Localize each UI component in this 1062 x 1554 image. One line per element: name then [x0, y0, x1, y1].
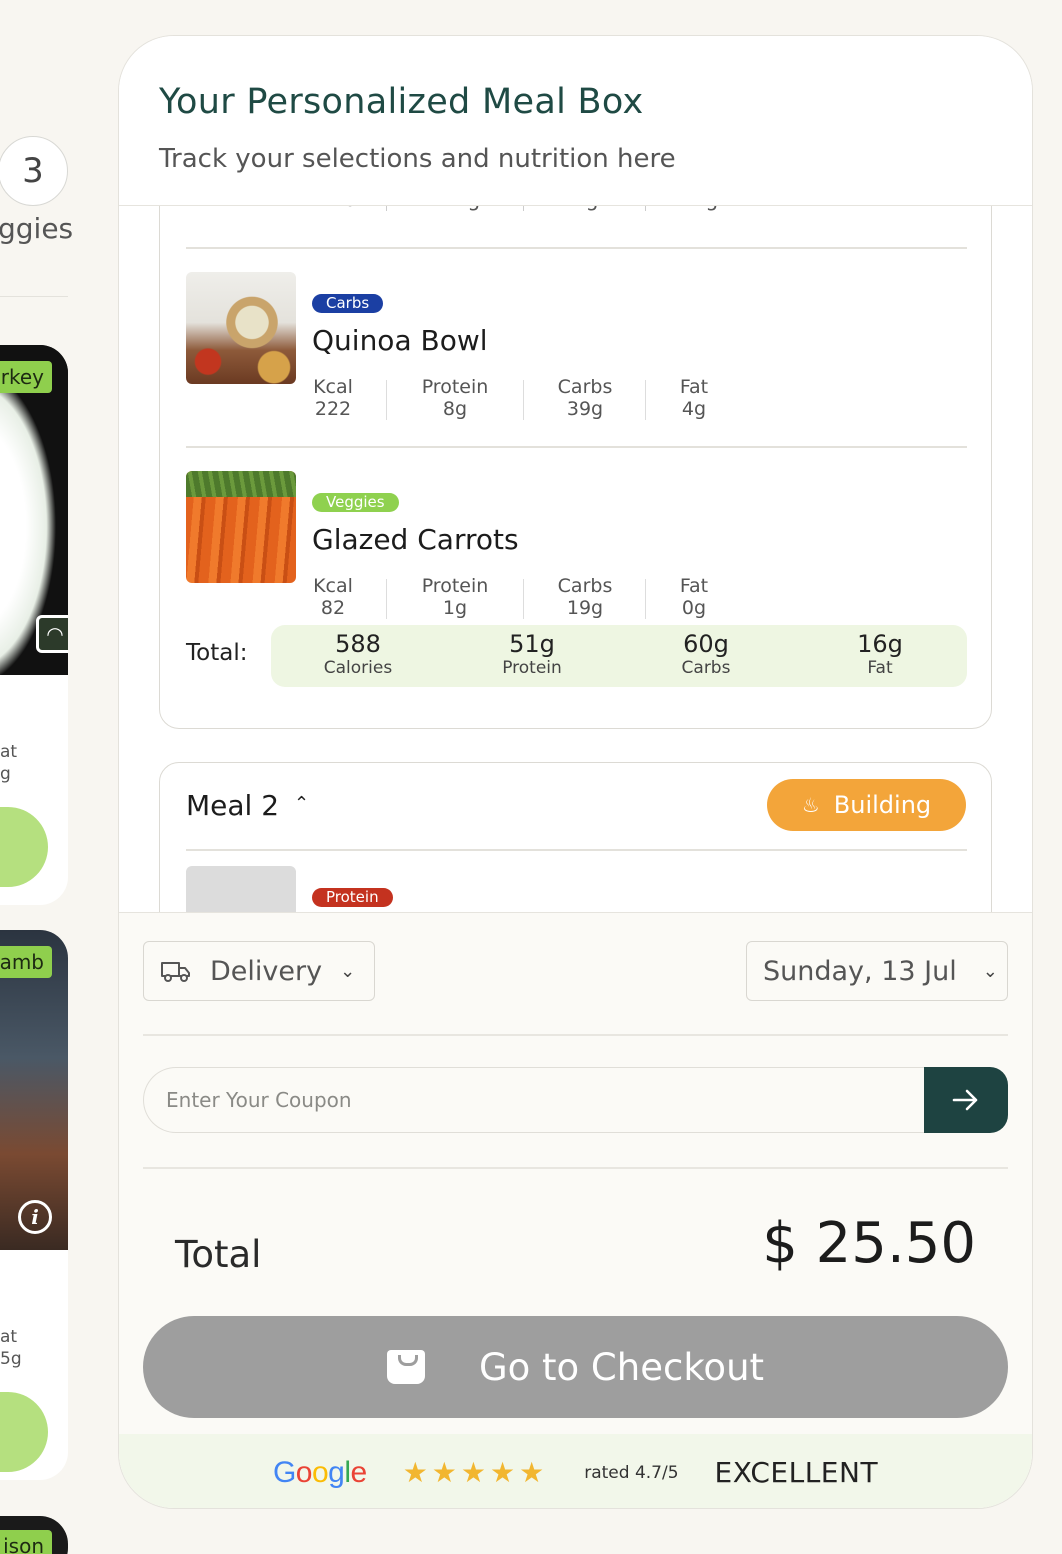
page-title: Your Personalized Meal Box: [159, 82, 644, 122]
stat-kcal: Kcal 82: [313, 575, 353, 619]
chevron-down-icon: ⌄: [982, 960, 998, 982]
info-icon[interactable]: i: [18, 1200, 52, 1234]
item-name: Glazed Carrots: [312, 523, 519, 556]
truck-icon: [161, 962, 190, 982]
totals-bar: 588 Calories 51g Protein 60g Carbs 16g Fat: [271, 625, 967, 687]
coupon-input[interactable]: [143, 1067, 924, 1133]
side-product-card[interactable]: rkey ◠ at g: [0, 345, 68, 905]
category-tag: Veggies: [312, 493, 399, 512]
side-product-fat: at g: [0, 741, 17, 785]
cut-stat: 2g: [573, 206, 598, 211]
glazed-carrots-image: [186, 471, 296, 583]
total-carbs: 60g Carbs: [681, 630, 731, 678]
side-product-tag: ison: [0, 1530, 52, 1554]
meal-card: 204 42g 2g 12g Carbs Quinoa Bowl Kcal222…: [159, 206, 992, 729]
building-status-button[interactable]: ♨ Building: [767, 779, 966, 831]
side-product-card[interactable]: ison: [0, 1516, 68, 1554]
left-divider: [0, 296, 68, 297]
step-number: 3: [22, 151, 44, 191]
stat-protein: Protein 8g: [421, 376, 489, 420]
side-add-button[interactable]: [0, 807, 48, 887]
side-product-card[interactable]: amb i at 5g: [0, 930, 68, 1480]
meals-scroll-area[interactable]: 204 42g 2g 12g Carbs Quinoa Bowl Kcal222…: [119, 206, 1032, 912]
arrow-right-icon: [952, 1089, 978, 1111]
meal-card: Meal 2 ⌃ ♨ Building Protein: [159, 762, 992, 912]
delivery-date-select[interactable]: Sunday, 13 Jul ⌄: [746, 941, 1008, 1001]
side-fat-value: g: [0, 764, 11, 784]
footer-divider: [143, 1167, 1008, 1169]
stat-fat: Fat 4g: [679, 376, 709, 420]
stat-kcal: Kcal 222: [313, 376, 353, 420]
stat-carbs: Carbs 19g: [557, 575, 613, 619]
google-rating-strip: Google ★★★★★ rated 4.7/5 EXCELLENT: [119, 1434, 1032, 1508]
meal-item-row: Veggies Glazed Carrots Kcal 82 Protein 1g …: [186, 471, 967, 631]
checkout-label: Go to Checkout: [478, 1345, 765, 1389]
rating-verdict: EXCELLENT: [714, 1456, 879, 1489]
row-divider: [186, 849, 967, 851]
zoom-icon[interactable]: ◠: [36, 615, 68, 653]
checkout-button[interactable]: Go to Checkout: [143, 1316, 1008, 1418]
footer-divider: [143, 1034, 1008, 1036]
chevron-down-icon: ⌄: [340, 960, 356, 982]
totals-label: Total:: [186, 640, 248, 666]
meal-box-panel: Your Personalized Meal Box Track your se…: [118, 35, 1033, 1509]
total-protein: 51g Protein: [502, 630, 562, 678]
side-product-tag: amb: [0, 946, 52, 978]
cut-stat: 204: [331, 206, 369, 211]
panel-header: Your Personalized Meal Box Track your se…: [119, 36, 1032, 206]
google-logo: Google: [272, 1455, 367, 1489]
row-divider: [186, 446, 967, 448]
delivery-method-select[interactable]: Delivery ⌄: [143, 941, 375, 1001]
row-divider: [186, 247, 967, 249]
quinoa-bowl-image: [186, 272, 296, 384]
status-label: Building: [833, 791, 932, 819]
side-product-tag: rkey: [0, 361, 52, 393]
page-subtitle: Track your selections and nutrition here: [159, 144, 676, 174]
side-fat-label: at: [0, 1327, 18, 1347]
side-add-button[interactable]: [0, 1392, 48, 1472]
side-product-fat: at 5g: [0, 1326, 22, 1370]
apply-coupon-button[interactable]: [924, 1067, 1008, 1133]
side-fat-label: at: [0, 742, 18, 762]
item-image-placeholder: [186, 866, 296, 912]
meal-item-row: Protein: [186, 866, 967, 912]
shopping-bag-icon: [386, 1350, 425, 1384]
rating-text: rated 4.7/5: [584, 1462, 679, 1483]
item-name: Quinoa Bowl: [312, 324, 488, 357]
category-tag: Carbs: [312, 294, 384, 313]
order-total-amount: $ 25.50: [762, 1211, 976, 1276]
cut-off-stats: 204 42g 2g 12g: [186, 206, 746, 213]
meal-item-row: Carbs Quinoa Bowl Kcal 222 Protein 8g Carb…: [186, 272, 967, 432]
meal-title[interactable]: Meal 2: [186, 789, 279, 822]
total-fat: 16g Fat: [857, 630, 903, 678]
step-label: ggies: [0, 212, 74, 245]
side-fat-value: 5g: [0, 1349, 22, 1369]
order-total-label: Total: [175, 1233, 262, 1276]
left-steps-column: 3 ggies rkey ◠ at g amb i at 5g ison: [0, 0, 100, 1554]
delivery-label: Delivery: [210, 955, 323, 987]
cut-stat: 42g: [442, 206, 480, 211]
step-number-circle: 3: [0, 136, 68, 206]
total-calories: 588 Calories: [323, 630, 393, 678]
chevron-up-icon[interactable]: ⌃: [294, 793, 309, 814]
date-label: Sunday, 13 Jul: [763, 955, 957, 987]
star-rating-icons: ★★★★★: [402, 1456, 549, 1489]
bowl-icon: ♨: [801, 793, 820, 817]
stat-protein: Protein 1g: [421, 575, 489, 619]
stat-fat: Fat 0g: [679, 575, 709, 619]
category-tag: Protein: [312, 888, 393, 907]
checkout-footer: Delivery ⌄ Sunday, 13 Jul ⌄ Total $ 25.5…: [119, 912, 1032, 1508]
stat-carbs: Carbs 39g: [557, 376, 613, 420]
cut-stat: 12g: [680, 206, 718, 211]
